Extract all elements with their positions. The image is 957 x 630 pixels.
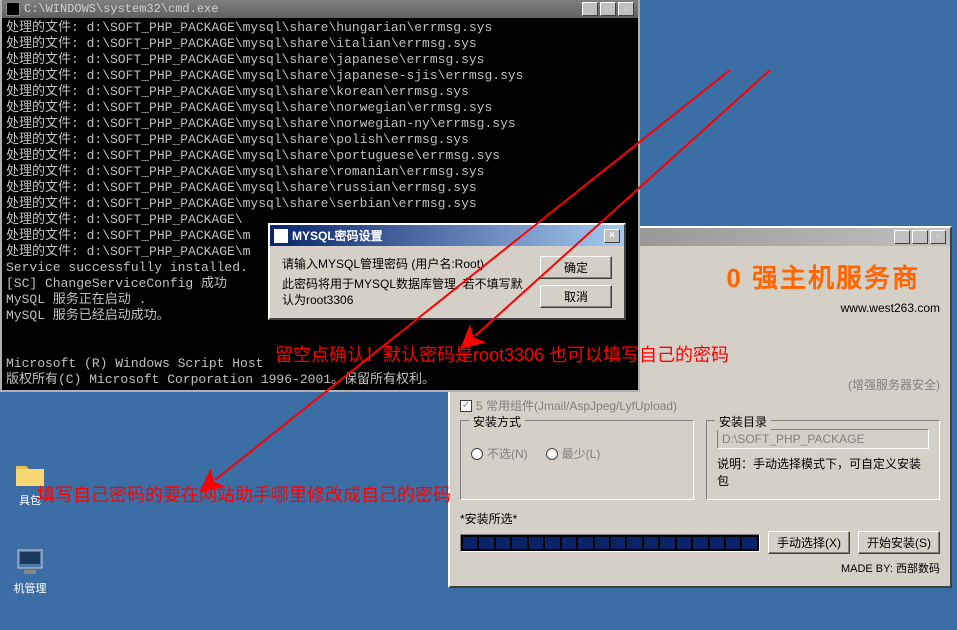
ok-button[interactable]: 确定 (540, 256, 612, 279)
progress-label: *安装所选* (460, 510, 940, 527)
close-icon[interactable]: × (604, 229, 620, 243)
start-install-button[interactable]: 开始安装(S) (858, 531, 940, 554)
install-dir-field[interactable]: D:\SOFT_PHP_PACKAGE (717, 429, 929, 449)
banner-sub-right: www.west263.com (841, 301, 940, 318)
installer-footer: MADE BY: 西部数码 (460, 560, 940, 576)
minimize-icon[interactable]: _ (582, 2, 598, 16)
progress-bar (460, 534, 760, 552)
console-titlebar[interactable]: C:\WINDOWS\system32\cmd.exe _ □ × (2, 0, 638, 18)
checkbox-label: 5 常用组件(Jmail/AspJpeg/LyfUpload) (476, 397, 677, 414)
radio-none[interactable]: 不选(N) (471, 445, 528, 462)
close-icon[interactable]: × (930, 230, 946, 244)
checkbox-icon: ✓ (460, 400, 472, 412)
cancel-button[interactable]: 取消 (540, 285, 612, 308)
maximize-icon[interactable]: □ (912, 230, 928, 244)
dialog-message: 请输入MYSQL管理密码 (用户名:Root) 此密码将用于MYSQL数据库管理… (282, 256, 532, 308)
desktop-icon-toolpack[interactable]: 具包 (0, 458, 60, 508)
group-legend: 安装目录 (715, 413, 771, 430)
manual-select-button[interactable]: 手动选择(X) (768, 531, 850, 554)
dialog-title-text: MYSQL密码设置 (292, 227, 602, 244)
group-legend: 安装方式 (469, 413, 525, 430)
dialog-line1: 请输入MYSQL管理密码 (用户名:Root) (282, 256, 532, 272)
radio-min[interactable]: 最少(L) (546, 445, 601, 462)
close-icon[interactable]: × (618, 2, 634, 16)
console-window: C:\WINDOWS\system32\cmd.exe _ □ × 处理的文件:… (0, 0, 640, 392)
dialog-line2: 此密码将用于MYSQL数据库管理, 若不填写默认为root3306 (282, 276, 532, 308)
dialog-titlebar[interactable]: MYSQL密码设置 × (270, 225, 624, 246)
mysql-password-dialog: MYSQL密码设置 × 请输入MYSQL管理密码 (用户名:Root) 此密码将… (268, 223, 626, 320)
cmd-icon (6, 2, 20, 16)
dialog-icon (274, 229, 288, 243)
annotation-2: 填写自己密码的要在网站助手哪里修改成自己的密码 (37, 481, 451, 507)
install-dir-group: 安装目录 D:\SOFT_PHP_PACKAGE 说明：手动选择模式下，可自定义… (706, 420, 940, 500)
maximize-icon[interactable]: □ (600, 2, 616, 16)
computer-icon (14, 546, 46, 578)
component-checkbox[interactable]: ✓ 5 常用组件(Jmail/AspJpeg/LyfUpload) (460, 397, 677, 414)
desktop-icon-label: 机管理 (0, 580, 60, 596)
desktop-icon-manage[interactable]: 机管理 (0, 546, 60, 596)
install-dir-desc: 说明：手动选择模式下，可自定义安装包 (717, 455, 929, 489)
console-output: 处理的文件: d:\SOFT_PHP_PACKAGE\mysql\share\h… (2, 18, 638, 390)
install-mode-group: 安装方式 不选(N) 最少(L) (460, 420, 694, 500)
folder-icon (14, 458, 46, 490)
console-title-text: C:\WINDOWS\system32\cmd.exe (24, 2, 580, 16)
desktop-icon-label: 具包 (0, 492, 60, 508)
minimize-icon[interactable]: _ (894, 230, 910, 244)
